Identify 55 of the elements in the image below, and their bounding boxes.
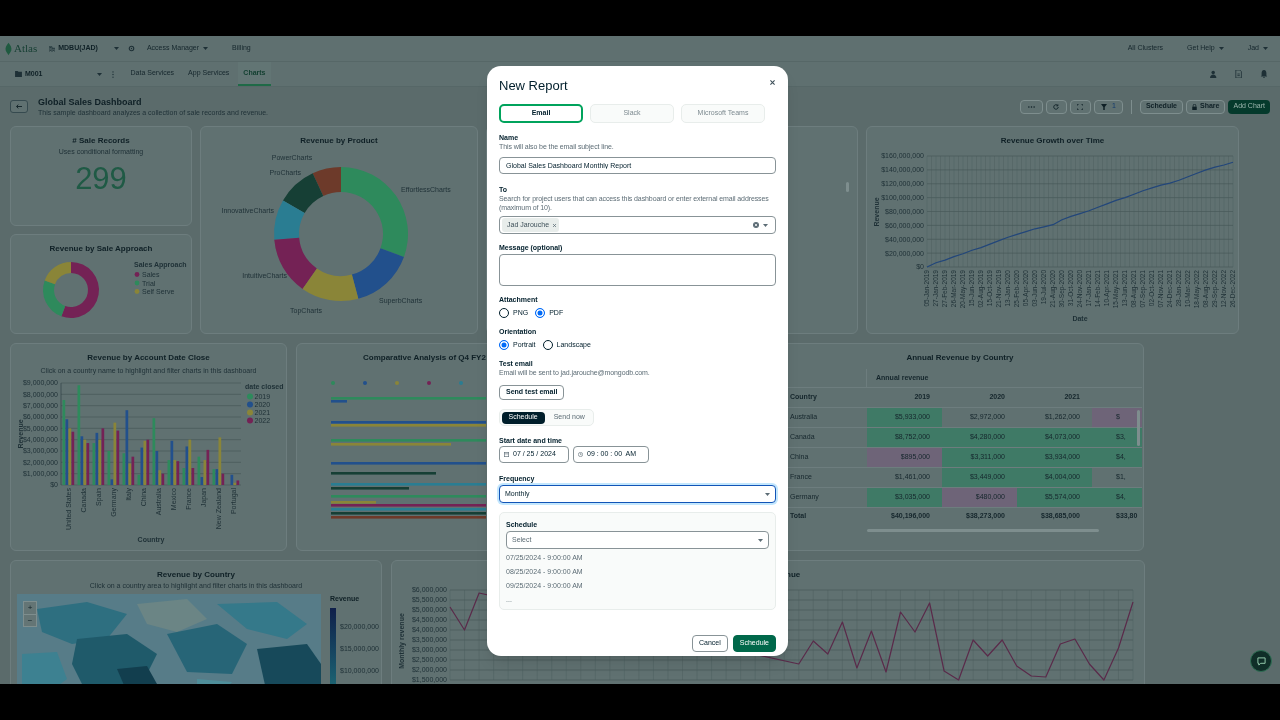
lock-icon [1192,103,1197,110]
radio-button[interactable] [499,340,509,350]
dashboard-title: Global Sales Dashboard [38,96,143,108]
document-icon [1235,70,1243,78]
legend-dot [331,381,335,385]
message-field[interactable] [499,254,776,286]
legend-dot [459,381,463,385]
filter-icon [1100,103,1107,110]
chart-title: Comparative Analysis of Q4 FY2 [363,353,487,363]
metric-value: 299 [74,161,128,197]
chart-title: Revenue by Account Date Close [86,353,211,363]
person-icon [1210,70,1218,78]
remove-icon [553,223,557,227]
clock-icon [578,452,583,457]
refresh-button[interactable] [1045,99,1067,114]
arrow-left-icon [16,104,22,109]
legend-dot [363,381,367,385]
caret-icon [96,72,102,76]
radio-button[interactable] [499,308,509,318]
caret-icon [763,223,768,227]
chat-icon [1256,656,1266,666]
clear-icon [753,222,759,228]
building-icon [49,45,56,52]
legend-dot [427,381,431,385]
chart-title: Revenue Growth over Time [999,136,1106,146]
calendar-icon [504,452,509,457]
dialog-title: New Report [499,78,568,94]
fullscreen-icon [1077,103,1084,110]
back-button[interactable] [10,100,28,113]
caret-icon [765,492,770,496]
radio-button[interactable] [535,308,546,318]
leaf-icon [5,41,12,56]
close-button[interactable] [768,78,776,86]
radio-button[interactable] [542,340,553,350]
logo-text: Atlas [14,41,38,57]
close-icon [769,79,775,85]
refresh-icon [1053,103,1060,110]
chart-title: Revenue by Product [299,136,379,146]
chart-title: Revenue by Country [156,570,236,580]
caret-icon [758,538,763,542]
fullscreen-button[interactable] [1069,99,1091,114]
more-button[interactable] [1019,99,1043,114]
bell-icon [1260,70,1268,78]
gear-icon [127,45,135,52]
zoom-in-button[interactable]: + [24,602,36,614]
chart-title: # Sale Records [71,136,131,146]
chart-title: Revenue by Sale Approach [48,244,154,254]
zoom-out-button[interactable]: − [24,614,36,626]
chat-button[interactable] [1250,650,1272,672]
folder-icon [15,71,22,77]
chart-title: Annual Revenue by Country [905,353,1015,363]
caret-icon [113,47,119,50]
ellipsis-icon [1027,105,1035,108]
legend-dot [395,381,399,385]
scrollbar-thumb[interactable] [1137,410,1140,446]
